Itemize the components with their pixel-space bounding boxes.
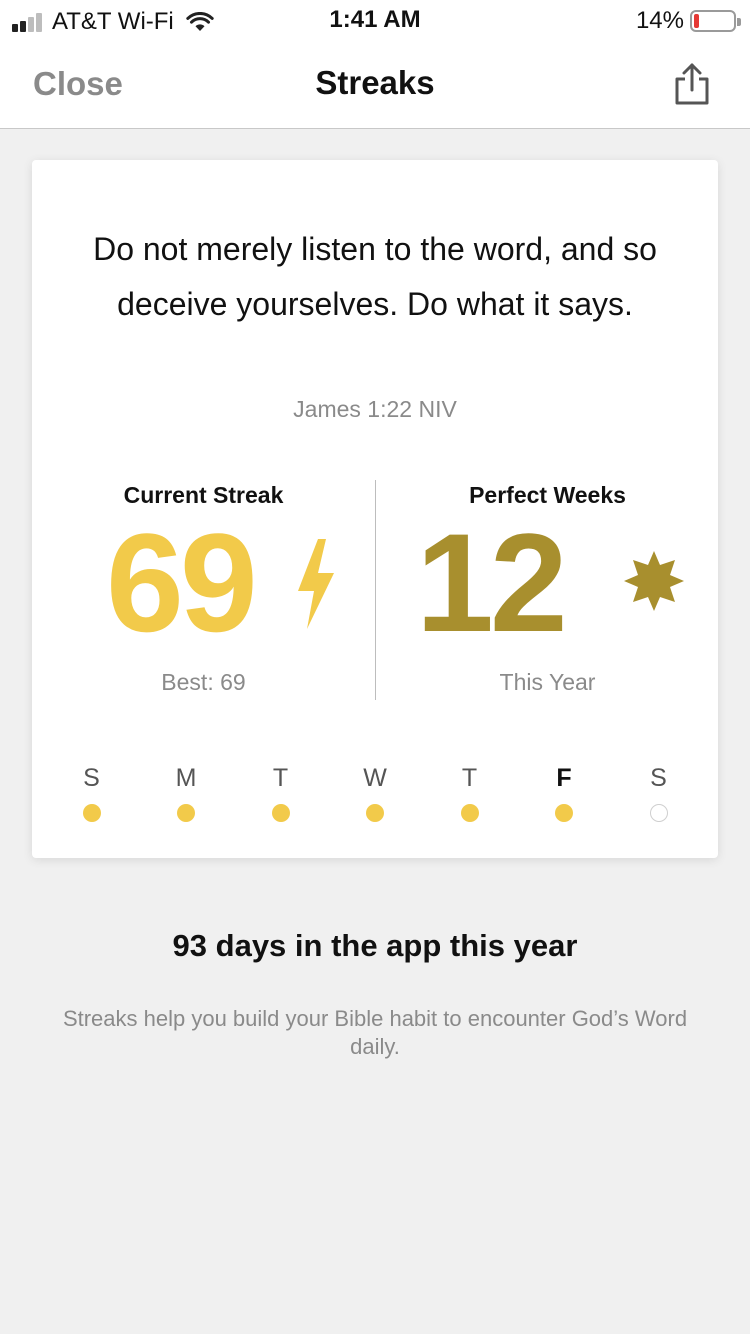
day-letter: T [461,764,478,792]
days-in-app-title: 93 days in the app this year [172,928,578,963]
battery-nub [737,18,741,26]
battery-percentage: 14% [635,7,684,34]
day-dot-filled [271,804,290,822]
day-dot-filled [366,804,384,822]
streaks-description: Streaks help you build your Bible habit … [62,1006,688,1059]
day-letter: S [83,764,100,792]
current-streak-value: 69 [106,504,258,661]
day-dot-filled [82,804,101,822]
day-tuesday: T [258,764,303,822]
day-letter: S [650,764,667,792]
verse-text: Do not merely listen to the word, and so… [93,231,657,322]
share-icon[interactable] [672,62,712,106]
battery-icon [690,10,741,32]
day-thursday: T [447,764,492,822]
day-letter: T [272,764,289,792]
lightning-bolt-icon [298,539,334,629]
page-title: Streaks [315,64,435,101]
perfect-weeks-period: This Year [499,669,596,695]
day-dot-filled [555,804,573,822]
day-dot-filled [460,804,479,822]
navigation-bar: Close Streaks [0,40,750,129]
current-streak-panel: Current Streak 69 Best: 69 [32,480,375,696]
day-letter-today: F [556,764,572,792]
perfect-weeks-value: 12 [416,504,568,661]
week-tracker: S M T W T F S [44,764,706,822]
star-icon [624,551,684,611]
day-sunday: S [69,764,114,822]
streak-card: Do not merely listen to the word, and so… [32,160,718,858]
verse-reference: James 1:22 NIV [293,396,457,422]
best-streak: Best: 69 [161,669,246,695]
day-dot-empty [649,804,668,822]
status-bar: AT&T Wi-Fi 1:41 AM 14% [0,0,750,40]
current-streak-value-group: 69 [32,513,375,663]
perfect-weeks-value-group: 12 [376,513,719,663]
day-wednesday: W [353,764,398,822]
day-saturday: S [636,764,681,822]
day-dot-filled [177,804,195,822]
battery-level-fill [694,14,699,28]
day-monday: M [164,764,209,822]
day-letter: M [175,764,197,792]
perfect-weeks-panel: Perfect Weeks 12 This Year [376,480,719,696]
status-right: 14% [635,7,741,35]
day-letter: W [363,764,387,792]
day-friday: F [542,764,587,822]
